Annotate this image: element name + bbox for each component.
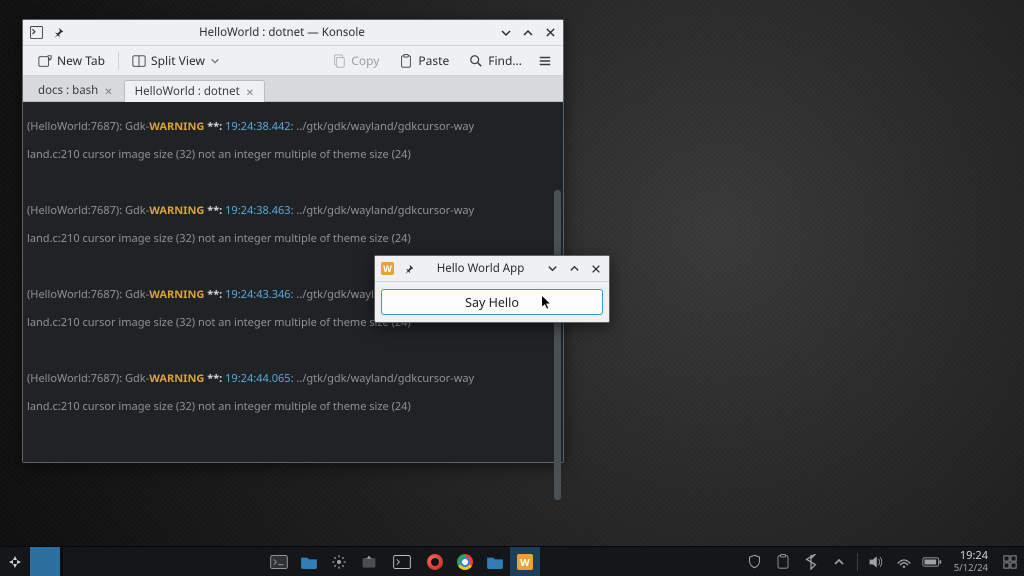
hwapp-title: Hello World App bbox=[416, 261, 545, 276]
tab-label: HelloWorld : dotnet bbox=[135, 84, 240, 99]
hwapp-app-icon: W bbox=[381, 262, 394, 275]
find-label: Find... bbox=[488, 52, 522, 69]
taskbar-software-icon[interactable] bbox=[354, 547, 384, 576]
search-icon bbox=[469, 54, 483, 68]
copy-button[interactable]: Copy bbox=[323, 48, 388, 73]
taskbar: W 19:24 5/12/24 bbox=[0, 546, 1024, 576]
say-hello-button[interactable]: Say Hello bbox=[381, 289, 603, 315]
find-button[interactable]: Find... bbox=[460, 48, 531, 73]
tab-close-icon[interactable]: ✕ bbox=[246, 85, 254, 99]
pin-icon[interactable] bbox=[51, 26, 65, 40]
paste-label: Paste bbox=[418, 52, 449, 69]
maximize-button[interactable] bbox=[521, 26, 535, 40]
tray-bluetooth-icon[interactable] bbox=[797, 547, 825, 576]
tray-volume-icon[interactable] bbox=[862, 547, 890, 576]
taskbar-terminal-icon[interactable] bbox=[264, 547, 294, 576]
taskbar-red-app[interactable] bbox=[420, 547, 450, 576]
pin-icon[interactable] bbox=[402, 262, 416, 276]
hello-world-app-window: W Hello World App Say Hello bbox=[374, 255, 610, 323]
clock-time: 19:24 bbox=[954, 550, 988, 562]
taskbar-folder-open[interactable] bbox=[480, 547, 510, 576]
hamburger-icon bbox=[538, 54, 552, 68]
konsole-window: HelloWorld : dotnet — Konsole New Tab Sp… bbox=[22, 19, 564, 463]
tray-battery-icon[interactable] bbox=[918, 547, 946, 576]
minimize-button[interactable] bbox=[545, 262, 559, 276]
taskbar-item-active[interactable] bbox=[30, 547, 60, 576]
clock-date: 5/12/24 bbox=[954, 562, 988, 574]
tray-shield-icon[interactable] bbox=[741, 547, 769, 576]
scrollbar-thumb[interactable] bbox=[554, 190, 561, 500]
tray-separator bbox=[857, 553, 858, 571]
hwapp-titlebar[interactable]: W Hello World App bbox=[375, 256, 609, 282]
copy-icon bbox=[332, 54, 346, 68]
close-button[interactable] bbox=[589, 262, 603, 276]
hwapp-body: Say Hello bbox=[375, 282, 609, 322]
toolbar-separator bbox=[118, 52, 119, 70]
taskbar-settings-icon[interactable] bbox=[324, 547, 354, 576]
taskbar-clock[interactable]: 19:24 5/12/24 bbox=[946, 550, 996, 574]
terminal-app-icon bbox=[29, 26, 43, 40]
hamburger-menu-button[interactable] bbox=[533, 50, 557, 72]
split-view-button[interactable]: Split View bbox=[123, 48, 229, 73]
paste-icon bbox=[399, 54, 413, 68]
tab-close-icon[interactable]: ✕ bbox=[104, 84, 112, 98]
taskbar-chrome[interactable] bbox=[450, 547, 480, 576]
tray-clipboard-icon[interactable] bbox=[769, 547, 797, 576]
tray-network-icon[interactable] bbox=[890, 547, 918, 576]
tab-helloworld-dotnet[interactable]: HelloWorld : dotnet ✕ bbox=[124, 80, 266, 102]
paste-button[interactable]: Paste bbox=[390, 48, 458, 73]
taskbar-hello-world-app[interactable]: W bbox=[510, 547, 540, 576]
new-tab-icon bbox=[38, 54, 52, 68]
konsole-toolbar: New Tab Split View Copy Paste Find... bbox=[23, 46, 563, 76]
copy-label: Copy bbox=[351, 52, 379, 69]
minimize-button[interactable] bbox=[499, 26, 513, 40]
show-desktop-button[interactable] bbox=[996, 547, 1024, 576]
tab-docs-bash[interactable]: docs : bash ✕ bbox=[27, 79, 124, 101]
konsole-titlebar[interactable]: HelloWorld : dotnet — Konsole bbox=[23, 20, 563, 46]
tray-chevron-up-icon[interactable] bbox=[825, 547, 853, 576]
new-tab-button[interactable]: New Tab bbox=[29, 48, 114, 73]
taskbar-konsole-running[interactable] bbox=[387, 547, 417, 576]
mouse-cursor bbox=[540, 294, 554, 312]
app-launcher-button[interactable] bbox=[0, 547, 30, 576]
konsole-title: HelloWorld : dotnet — Konsole bbox=[65, 25, 499, 40]
maximize-button[interactable] bbox=[567, 262, 581, 276]
split-view-label: Split View bbox=[151, 52, 205, 69]
taskbar-files-icon[interactable] bbox=[294, 547, 324, 576]
tab-label: docs : bash bbox=[38, 83, 98, 98]
split-view-icon bbox=[132, 54, 146, 68]
close-button[interactable] bbox=[543, 26, 557, 40]
new-tab-label: New Tab bbox=[57, 52, 105, 69]
konsole-tabbar: docs : bash ✕ HelloWorld : dotnet ✕ bbox=[23, 76, 563, 102]
chevron-down-icon bbox=[210, 56, 220, 66]
